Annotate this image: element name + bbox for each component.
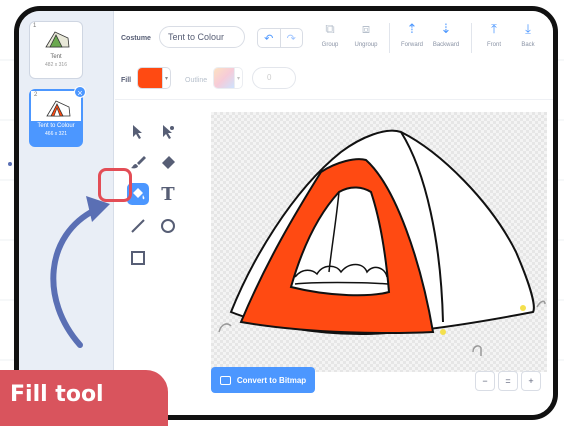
circle-icon xyxy=(161,219,175,233)
costume-label: Costume xyxy=(121,35,151,42)
eraser-tool[interactable] xyxy=(157,151,179,173)
outline-color-picker[interactable]: ▾ xyxy=(213,67,243,89)
outline-label: Outline xyxy=(185,77,208,84)
front-icon: ⤒ xyxy=(491,21,497,36)
back-button[interactable]: ⤓ Back xyxy=(509,19,547,48)
costume-card-tent-to-colour[interactable]: 2 Tent to Colour 466 x 321 × xyxy=(29,86,86,147)
zoom-out-icon: − xyxy=(482,376,488,386)
tent-drawing xyxy=(218,129,546,356)
undo-redo-group: ↶ ↷ xyxy=(257,28,303,48)
select-tool[interactable] xyxy=(127,121,149,143)
line-tool[interactable] xyxy=(127,215,149,237)
outline-width-input[interactable]: 0 xyxy=(252,67,296,89)
image-icon xyxy=(219,375,231,385)
reshape-tool[interactable] xyxy=(157,121,179,143)
costume-name-input[interactable]: Tent to Colour xyxy=(159,26,245,48)
zoom-reset-button[interactable]: = xyxy=(498,371,518,391)
ungroup-button[interactable]: ⧈ Ungroup xyxy=(347,19,385,48)
costume-size: 466 x 321 xyxy=(45,131,67,137)
costume-card-tent[interactable]: 1 Tent 482 x 316 xyxy=(29,21,83,79)
line-icon xyxy=(131,219,145,233)
paint-editor: Costume Tent to Colour ↶ ↷ ⧉ Group ⧈ Ung… xyxy=(115,11,553,415)
fill-label: Fill xyxy=(121,77,132,84)
arrow-cursor-icon xyxy=(133,125,142,139)
circle-tool[interactable] xyxy=(157,215,179,237)
delete-costume-icon[interactable]: × xyxy=(74,86,86,98)
costume-list: 1 Tent 482 x 316 2 Tent to Colour 466 x … xyxy=(19,11,114,415)
tent-thumbnail-icon xyxy=(45,31,70,48)
costume-size: 482 x 316 xyxy=(45,62,67,68)
forward-icon: ⇡ xyxy=(406,21,418,36)
outline-color-swatch xyxy=(214,68,234,88)
text-tool[interactable]: T xyxy=(157,183,179,205)
zoom-in-icon: + xyxy=(528,376,534,386)
undo-icon[interactable]: ↶ xyxy=(258,29,280,47)
zoom-out-button[interactable]: − xyxy=(475,371,495,391)
tent-thumbnail-icon xyxy=(46,100,71,117)
brush-tool[interactable] xyxy=(127,151,149,173)
backward-button[interactable]: ⇣ Backward xyxy=(427,19,465,48)
costume-name: Tent to Colour xyxy=(37,123,75,129)
chevron-down-icon: ▾ xyxy=(234,68,242,88)
group-icon: ⧉ xyxy=(325,21,335,36)
back-icon: ⤓ xyxy=(525,21,531,36)
eraser-icon xyxy=(162,156,175,169)
redo-icon[interactable]: ↷ xyxy=(279,29,303,47)
fill-color-picker[interactable]: ▾ xyxy=(137,67,171,89)
front-button[interactable]: ⤒ Front xyxy=(475,19,513,48)
backward-icon: ⇣ xyxy=(440,21,452,36)
zoom-in-button[interactable]: + xyxy=(521,371,541,391)
brush-icon xyxy=(131,156,146,169)
reshape-icon xyxy=(163,125,174,139)
rectangle-icon xyxy=(131,251,145,265)
drawing-canvas[interactable] xyxy=(211,112,547,372)
group-button[interactable]: ⧉ Group xyxy=(311,19,349,48)
fill-tool-highlight-ring xyxy=(98,168,132,202)
costume-number: 2 xyxy=(34,92,38,98)
costume-name: Tent xyxy=(50,54,62,60)
zoom-controls: − = + xyxy=(475,371,541,391)
device-frame: 1 Tent 482 x 316 2 Tent to Colour 466 x … xyxy=(14,6,558,420)
rectangle-tool[interactable] xyxy=(127,247,149,269)
callout-label: Fill tool xyxy=(10,382,104,407)
fill-color-swatch xyxy=(138,68,162,88)
forward-button[interactable]: ⇡ Forward xyxy=(393,19,431,48)
chevron-down-icon: ▾ xyxy=(162,68,170,88)
ungroup-icon: ⧈ xyxy=(361,21,371,36)
convert-to-bitmap-button[interactable]: Convert to Bitmap xyxy=(211,367,315,393)
paint-bucket-icon xyxy=(133,188,145,200)
text-icon: T xyxy=(161,183,175,205)
costume-number: 1 xyxy=(33,23,37,29)
zoom-reset-icon: = xyxy=(505,376,511,386)
